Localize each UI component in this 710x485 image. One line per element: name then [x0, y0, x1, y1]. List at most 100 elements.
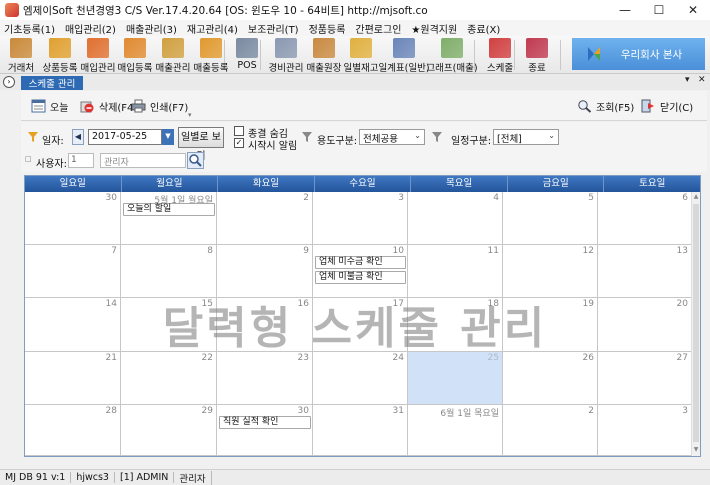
calendar-day-cell[interactable]: 3 [598, 405, 691, 456]
calendar-day-cell[interactable]: 30 [25, 192, 121, 245]
purpose-select[interactable]: 전체공용 ⌄ [359, 129, 425, 145]
company-button[interactable]: 우리회사 본사 [572, 38, 705, 70]
calendar-day-cell[interactable]: 14 [25, 298, 121, 352]
calendar-day-cell[interactable]: 21 [25, 352, 121, 405]
calendar-day-cell[interactable]: 16 [217, 298, 313, 352]
calendar-day-cell[interactable]: 5 [503, 192, 598, 245]
start-alarm-checkbox[interactable]: ✓ [234, 138, 244, 148]
calendar-day-cell[interactable]: 15 [121, 298, 217, 352]
day-number: 24 [392, 353, 404, 363]
calendar-day-cell[interactable]: 19 [503, 298, 598, 352]
minimize-button[interactable]: — [608, 0, 642, 20]
calendar-day-cell[interactable]: 10 업체 미수금 확인 업체 미불금 확인 [313, 245, 408, 298]
scroll-thumb[interactable] [693, 204, 699, 442]
toolbar-button-5[interactable]: 매출등록 [194, 36, 228, 74]
menu-license[interactable]: 정품등록 [309, 21, 346, 36]
menu-aux[interactable]: 보조관리(T) [248, 21, 299, 36]
calendar-day-cell[interactable]: 30 직원 실적 확인 [217, 405, 313, 456]
scroll-up-icon[interactable]: ▲ [692, 193, 700, 202]
tab-nav-icon[interactable]: › [3, 76, 15, 88]
tab-pin-icon[interactable]: ▾ [685, 75, 690, 85]
schedule-type-select[interactable]: [전체] ⌄ [493, 129, 559, 145]
calendar-day-cell[interactable]: 7 [25, 245, 121, 298]
day-number: 11 [487, 246, 499, 256]
calendar-day-cell[interactable]: 6 [598, 192, 691, 245]
toolbar-button-9[interactable]: 일별재고 [342, 36, 380, 74]
calendar-day-cell[interactable]: 4 [408, 192, 503, 245]
toolbar-button-3[interactable]: 매입등록 [116, 36, 154, 74]
day-number: 23 [297, 353, 309, 363]
day-view-button[interactable]: 일별로 보기 [178, 127, 224, 162]
calendar-day-cell[interactable]: 12 [503, 245, 598, 298]
purchase-register-icon [124, 38, 146, 58]
tab-close-icon[interactable]: ✕ [698, 75, 706, 85]
search-button[interactable]: 조회(F5) [577, 98, 634, 114]
schedule-event[interactable]: 업체 미수금 확인 [315, 256, 406, 269]
toolbar-button-10[interactable]: 일계표(일반) [378, 36, 430, 74]
day-number: 17 [392, 299, 404, 309]
weekday-5: 금요일 [508, 176, 605, 192]
calendar-day-cell[interactable]: 22 [121, 352, 217, 405]
calendar-day-cell[interactable]: 8 [121, 245, 217, 298]
menu-sales[interactable]: 매출관리(3) [126, 21, 177, 36]
calendar-day-cell[interactable]: 27 [598, 352, 691, 405]
close-window-button[interactable]: ✕ [676, 0, 710, 20]
toolbar-button-12[interactable]: 스케줄 [484, 36, 516, 74]
menu-purchase[interactable]: 매입관리(2) [65, 21, 116, 36]
calendar-day-cell[interactable]: 6월 1일 목요일 [408, 405, 503, 456]
date-dropdown-icon[interactable]: ▼ [162, 129, 174, 145]
menu-basic[interactable]: 기초등록(1) [4, 21, 55, 36]
date-field[interactable]: 2017-05-25 [88, 129, 162, 145]
calendar-scrollbar[interactable]: ▲ ▼ [691, 192, 700, 456]
today-button[interactable]: 오늘 [31, 98, 68, 114]
start-alarm-label: 시작시 알림 [248, 141, 298, 152]
toolbar-button-0[interactable]: 거래처 [4, 36, 38, 74]
toolbar-button-2[interactable]: 매입관리 [80, 36, 116, 74]
toolbar-button-4[interactable]: 매출관리 [154, 36, 192, 74]
user-number-field[interactable]: 1 [68, 153, 94, 168]
schedule-event[interactable]: 직원 실적 확인 [219, 416, 311, 429]
calendar-day-cell[interactable]: 24 [313, 352, 408, 405]
menu-remote-support[interactable]: ★원격지원 [411, 21, 457, 36]
calendar-day-cell[interactable]: 17 [313, 298, 408, 352]
calendar-day-cell[interactable]: 31 [313, 405, 408, 456]
delete-button[interactable]: 삭제(F4) [80, 98, 137, 114]
toolbar-button-13[interactable]: 종료 [522, 36, 552, 74]
calendar-day-cell[interactable]: 11 [408, 245, 503, 298]
calendar-day-cell[interactable]: 26 [503, 352, 598, 405]
toolbar-button-11[interactable]: 그래프(매출) [426, 36, 478, 74]
toolbar-button-6[interactable]: POS [231, 36, 263, 74]
calendar-day-cell[interactable]: 2 [503, 405, 598, 456]
calendar-day-cell[interactable]: 2 [217, 192, 313, 245]
menu-quick-login[interactable]: 간편로그인 [355, 21, 401, 36]
calendar-day-cell[interactable]: 25 [408, 352, 503, 405]
user-name-field[interactable]: 관리자 [100, 153, 186, 168]
calendar-day-cell[interactable]: 18 [408, 298, 503, 352]
calendar-day-cell[interactable]: 13 [598, 245, 691, 298]
menu-inventory[interactable]: 재고관리(4) [187, 21, 238, 36]
toolbar-button-7[interactable]: 경비관리 [266, 36, 306, 74]
calendar-day-cell[interactable]: 23 [217, 352, 313, 405]
close-button[interactable]: 닫기(C) [641, 98, 693, 114]
menu-exit[interactable]: 종료(X) [467, 21, 500, 36]
hide-closed-checkbox[interactable] [234, 126, 244, 136]
calendar-day-cell[interactable]: 5월 1일 월요일 오늘의 할일 [121, 192, 217, 245]
calendar-day-cell[interactable]: 29 [121, 405, 217, 456]
tab-schedule[interactable]: 스케줄 관리 [21, 76, 83, 90]
user-search-button[interactable] [187, 152, 204, 169]
today-label: 오늘 [50, 102, 69, 114]
purpose-filter-icon [302, 132, 312, 142]
toolbar-button-8[interactable]: 매출원장 [306, 36, 342, 74]
calendar-day-cell[interactable]: 20 [598, 298, 691, 352]
maximize-button[interactable]: ☐ [642, 0, 676, 20]
prev-month-button[interactable]: ◀ [72, 129, 84, 145]
calendar-day-cell[interactable]: 9 [217, 245, 313, 298]
calendar-day-cell[interactable]: 28 [25, 405, 121, 456]
toolbar-button-1[interactable]: 상품등록 [40, 36, 80, 74]
calendar-day-cell[interactable]: 3 [313, 192, 408, 245]
schedule-event[interactable]: 업체 미불금 확인 [315, 271, 406, 284]
schedule-event[interactable]: 오늘의 할일 [123, 203, 215, 216]
scroll-down-icon[interactable]: ▼ [692, 446, 700, 455]
schedule-filter-icon [432, 132, 442, 142]
print-button[interactable]: 인쇄(F7) [131, 98, 188, 114]
